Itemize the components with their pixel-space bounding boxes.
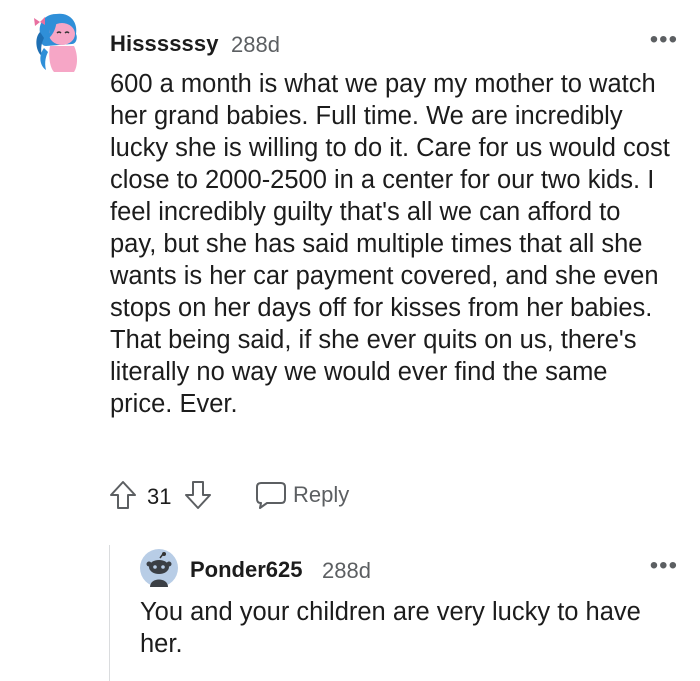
reply-author[interactable]: Ponder625	[190, 557, 303, 583]
downvote-button[interactable]	[183, 480, 213, 510]
speech-bubble-icon	[256, 482, 286, 509]
downvote-arrow-icon	[185, 481, 211, 509]
more-options-button[interactable]: •••	[650, 26, 678, 54]
comment-body: 600 a month is what we pay my mother to …	[110, 70, 670, 418]
reply-button[interactable]: Reply	[255, 479, 349, 511]
reply-body: You and your children are very lucky to …	[140, 598, 641, 658]
upvote-button[interactable]	[108, 480, 138, 510]
vote-count: 31	[147, 484, 172, 509]
reply-more-options-button[interactable]: •••	[650, 552, 678, 580]
upvote-arrow-icon	[110, 481, 136, 509]
thread-line[interactable]	[109, 545, 110, 681]
reply-age: 288d	[322, 558, 371, 583]
avatar[interactable]	[32, 8, 84, 76]
reply-avatar[interactable]	[140, 549, 178, 587]
comment-age: 288d	[231, 32, 280, 57]
reply-label: Reply	[293, 482, 350, 507]
avatar-snoo-blue-hair-icon	[34, 13, 77, 72]
avatar-default-snoo-icon	[140, 549, 178, 587]
comment-author[interactable]: Hissssssy	[110, 31, 219, 57]
